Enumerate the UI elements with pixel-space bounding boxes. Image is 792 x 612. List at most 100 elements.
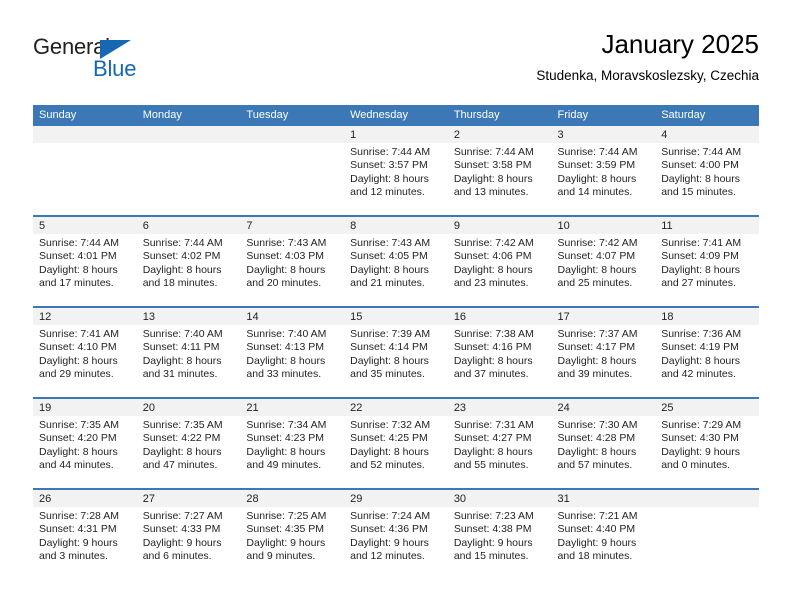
day-detail-line: Daylight: 9 hours xyxy=(246,536,326,549)
day-detail-line: Sunrise: 7:39 AM xyxy=(350,328,431,340)
calendar-day-cell[interactable]: 30 Sunrise: 7:23 AM Sunset: 4:38 PM Dayligh… xyxy=(447,488,552,579)
calendar-page: General Blue January 2025 Studenka, Mora… xyxy=(0,0,792,612)
day-number: 26 xyxy=(33,490,137,507)
calendar-day-cell[interactable]: 24 Sunrise: 7:30 AM Sunset: 4:28 PM Dayligh… xyxy=(551,397,656,489)
day-cell-inner: 15 Sunrise: 7:39 AM Sunset: 4:14 PM Dayligh… xyxy=(344,308,448,397)
column-header-monday: Monday xyxy=(136,105,241,126)
day-number: 7 xyxy=(240,217,345,234)
day-detail-line: Sunset: 4:20 PM xyxy=(39,432,117,445)
day-detail-line: Daylight: 8 hours xyxy=(453,263,533,276)
day-cell-inner: 28 Sunrise: 7:25 AM Sunset: 4:35 PM Dayligh… xyxy=(240,490,345,579)
day-detail-line: Sunrise: 7:21 AM xyxy=(557,510,638,522)
day-detail-line: Sunrise: 7:23 AM xyxy=(453,510,534,522)
day-cell-inner: 11 Sunrise: 7:41 AM Sunset: 4:09 PM Dayligh… xyxy=(655,217,759,306)
day-details: Sunrise: 7:38 AM Sunset: 4:16 PM Daylight:… xyxy=(448,325,552,382)
day-detail-line: Sunset: 4:06 PM xyxy=(453,250,532,263)
day-details: Sunrise: 7:27 AM Sunset: 4:33 PM Daylight:… xyxy=(137,507,241,564)
day-detail-line: Daylight: 8 hours xyxy=(557,354,637,367)
day-detail-line: and 57 minutes. xyxy=(557,459,633,472)
calendar-day-cell[interactable]: 31 Sunrise: 7:21 AM Sunset: 4:40 PM Dayligh… xyxy=(551,488,656,579)
day-detail-line: Daylight: 8 hours xyxy=(557,445,637,458)
day-detail-line: and 27 minutes. xyxy=(661,277,736,290)
calendar-day-cell[interactable]: 22 Sunrise: 7:32 AM Sunset: 4:25 PM Dayligh… xyxy=(344,397,448,489)
day-detail-line: Sunrise: 7:43 AM xyxy=(350,237,431,249)
day-details: Sunrise: 7:39 AM Sunset: 4:14 PM Daylight:… xyxy=(344,325,448,382)
day-cell-inner: 16 Sunrise: 7:38 AM Sunset: 4:16 PM Dayligh… xyxy=(447,308,552,397)
calendar-header-row: Sunday Monday Tuesday Wednesday Thursday Frid… xyxy=(33,105,759,126)
day-number: 22 xyxy=(344,399,448,416)
day-cell-inner: 25 Sunrise: 7:29 AM Sunset: 4:30 PM Dayligh… xyxy=(655,399,759,488)
day-detail-line: Sunrise: 7:42 AM xyxy=(453,237,534,249)
day-cell-inner: 21 Sunrise: 7:34 AM Sunset: 4:23 PM Dayligh… xyxy=(240,399,345,488)
day-number: 31 xyxy=(551,490,656,507)
day-detail-line: Sunset: 4:31 PM xyxy=(39,523,117,536)
day-detail-line: and 21 minutes. xyxy=(350,277,425,290)
day-number: 3 xyxy=(551,126,656,143)
calendar-day-cell[interactable]: 18 Sunrise: 7:36 AM Sunset: 4:19 PM Dayligh… xyxy=(655,306,759,398)
day-detail-line: and 6 minutes. xyxy=(142,550,212,563)
day-number: 13 xyxy=(136,308,241,325)
day-detail-line: Sunrise: 7:32 AM xyxy=(350,419,431,431)
day-details: Sunrise: 7:31 AM Sunset: 4:27 PM Daylight:… xyxy=(448,416,552,473)
day-details: Sunrise: 7:43 AM Sunset: 4:05 PM Daylight:… xyxy=(344,234,448,291)
day-details: Sunrise: 7:21 AM Sunset: 4:40 PM Daylight:… xyxy=(552,507,656,564)
day-detail-line: Daylight: 9 hours xyxy=(39,536,118,549)
calendar-day-cell[interactable]: 26 Sunrise: 7:28 AM Sunset: 4:31 PM Dayligh… xyxy=(33,488,137,579)
calendar-day-cell[interactable]: 20 Sunrise: 7:35 AM Sunset: 4:22 PM Dayligh… xyxy=(136,397,241,489)
calendar-day-cell[interactable]: 6 Sunrise: 7:44 AM Sunset: 4:02 PM Daylight… xyxy=(136,215,241,307)
calendar-day-cell[interactable]: 11 Sunrise: 7:41 AM Sunset: 4:09 PM Dayligh… xyxy=(655,215,759,307)
day-cell-inner: 1 Sunrise: 7:44 AM Sunset: 3:57 PM Daylight… xyxy=(344,126,448,215)
calendar-day-cell[interactable]: 10 Sunrise: 7:42 AM Sunset: 4:07 PM Dayligh… xyxy=(551,215,656,307)
calendar-week-row: 26 Sunrise: 7:28 AM Sunset: 4:31 PM Dayligh… xyxy=(33,488,759,579)
calendar-day-cell[interactable]: 3 Sunrise: 7:44 AM Sunset: 3:59 PM Daylight… xyxy=(551,126,656,216)
calendar-day-cell[interactable]: 21 Sunrise: 7:34 AM Sunset: 4:23 PM Dayligh… xyxy=(240,397,345,489)
calendar-day-cell[interactable]: 13 Sunrise: 7:40 AM Sunset: 4:11 PM Dayligh… xyxy=(136,306,241,398)
day-detail-line: and 52 minutes. xyxy=(350,459,425,472)
day-detail-line: Daylight: 9 hours xyxy=(350,536,429,549)
calendar-day-cell[interactable]: 17 Sunrise: 7:37 AM Sunset: 4:17 PM Dayligh… xyxy=(551,306,656,398)
day-details: Sunrise: 7:25 AM Sunset: 4:35 PM Daylight:… xyxy=(240,507,344,564)
calendar-day-cell[interactable]: 12 Sunrise: 7:41 AM Sunset: 4:10 PM Dayligh… xyxy=(33,306,137,398)
calendar-day-cell[interactable]: 9 Sunrise: 7:42 AM Sunset: 4:06 PM Daylight… xyxy=(447,215,552,307)
day-details: Sunrise: 7:28 AM Sunset: 4:31 PM Daylight:… xyxy=(33,507,137,564)
calendar-day-cell[interactable]: 23 Sunrise: 7:31 AM Sunset: 4:27 PM Dayligh… xyxy=(447,397,552,489)
calendar-day-cell[interactable]: 16 Sunrise: 7:38 AM Sunset: 4:16 PM Dayligh… xyxy=(447,306,552,398)
day-details xyxy=(240,143,344,146)
calendar-day-cell[interactable]: 8 Sunrise: 7:43 AM Sunset: 4:05 PM Daylight… xyxy=(344,215,448,307)
day-detail-line: Sunrise: 7:37 AM xyxy=(557,328,638,340)
calendar-day-cell[interactable]: 28 Sunrise: 7:25 AM Sunset: 4:35 PM Dayligh… xyxy=(240,488,345,579)
calendar-day-cell[interactable]: 7 Sunrise: 7:43 AM Sunset: 4:03 PM Daylight… xyxy=(240,215,345,307)
calendar-day-cell[interactable]: 19 Sunrise: 7:35 AM Sunset: 4:20 PM Dayligh… xyxy=(33,397,137,489)
day-details xyxy=(33,143,137,146)
day-number xyxy=(240,126,345,143)
calendar-day-cell[interactable]: 4 Sunrise: 7:44 AM Sunset: 4:00 PM Daylight… xyxy=(655,126,759,216)
calendar-day-cell[interactable]: 15 Sunrise: 7:39 AM Sunset: 4:14 PM Dayligh… xyxy=(344,306,448,398)
day-cell-inner: 30 Sunrise: 7:23 AM Sunset: 4:38 PM Dayligh… xyxy=(447,490,552,579)
day-detail-line: Sunrise: 7:44 AM xyxy=(142,237,223,249)
day-details xyxy=(137,143,241,146)
day-details: Sunrise: 7:43 AM Sunset: 4:03 PM Daylight:… xyxy=(240,234,344,291)
calendar-table: Sunday Monday Tuesday Wednesday Thursday Frid… xyxy=(33,105,759,579)
day-number: 27 xyxy=(136,490,241,507)
day-detail-line: Sunset: 4:23 PM xyxy=(246,432,325,445)
calendar-day-cell[interactable]: 27 Sunrise: 7:27 AM Sunset: 4:33 PM Dayligh… xyxy=(136,488,241,579)
day-detail-line: Sunset: 4:00 PM xyxy=(661,159,739,172)
calendar-day-cell[interactable]: 25 Sunrise: 7:29 AM Sunset: 4:30 PM Dayligh… xyxy=(655,397,759,489)
day-detail-line: Daylight: 8 hours xyxy=(350,445,429,458)
calendar-day-cell[interactable]: 29 Sunrise: 7:24 AM Sunset: 4:36 PM Dayligh… xyxy=(344,488,448,579)
day-detail-line: and 3 minutes. xyxy=(39,550,108,563)
day-cell-inner: 17 Sunrise: 7:37 AM Sunset: 4:17 PM Dayligh… xyxy=(551,308,656,397)
day-detail-line: and 20 minutes. xyxy=(246,277,322,290)
calendar-day-cell[interactable]: 5 Sunrise: 7:44 AM Sunset: 4:01 PM Daylight… xyxy=(33,215,137,307)
day-number: 6 xyxy=(136,217,241,234)
day-detail-line: Sunset: 4:03 PM xyxy=(246,250,325,263)
day-detail-line: and 9 minutes. xyxy=(246,550,316,563)
day-cell-inner: 3 Sunrise: 7:44 AM Sunset: 3:59 PM Daylight… xyxy=(551,126,656,215)
column-header-saturday: Saturday xyxy=(655,105,759,126)
calendar-day-cell[interactable]: 14 Sunrise: 7:40 AM Sunset: 4:13 PM Dayligh… xyxy=(240,306,345,398)
day-detail-line: Daylight: 8 hours xyxy=(350,172,429,185)
day-detail-line: Daylight: 8 hours xyxy=(39,263,118,276)
calendar-day-cell[interactable]: 2 Sunrise: 7:44 AM Sunset: 3:58 PM Daylight… xyxy=(447,126,552,216)
day-cell-inner: 23 Sunrise: 7:31 AM Sunset: 4:27 PM Dayligh… xyxy=(447,399,552,488)
calendar-day-cell[interactable]: 1 Sunrise: 7:44 AM Sunset: 3:57 PM Daylight… xyxy=(344,126,448,216)
